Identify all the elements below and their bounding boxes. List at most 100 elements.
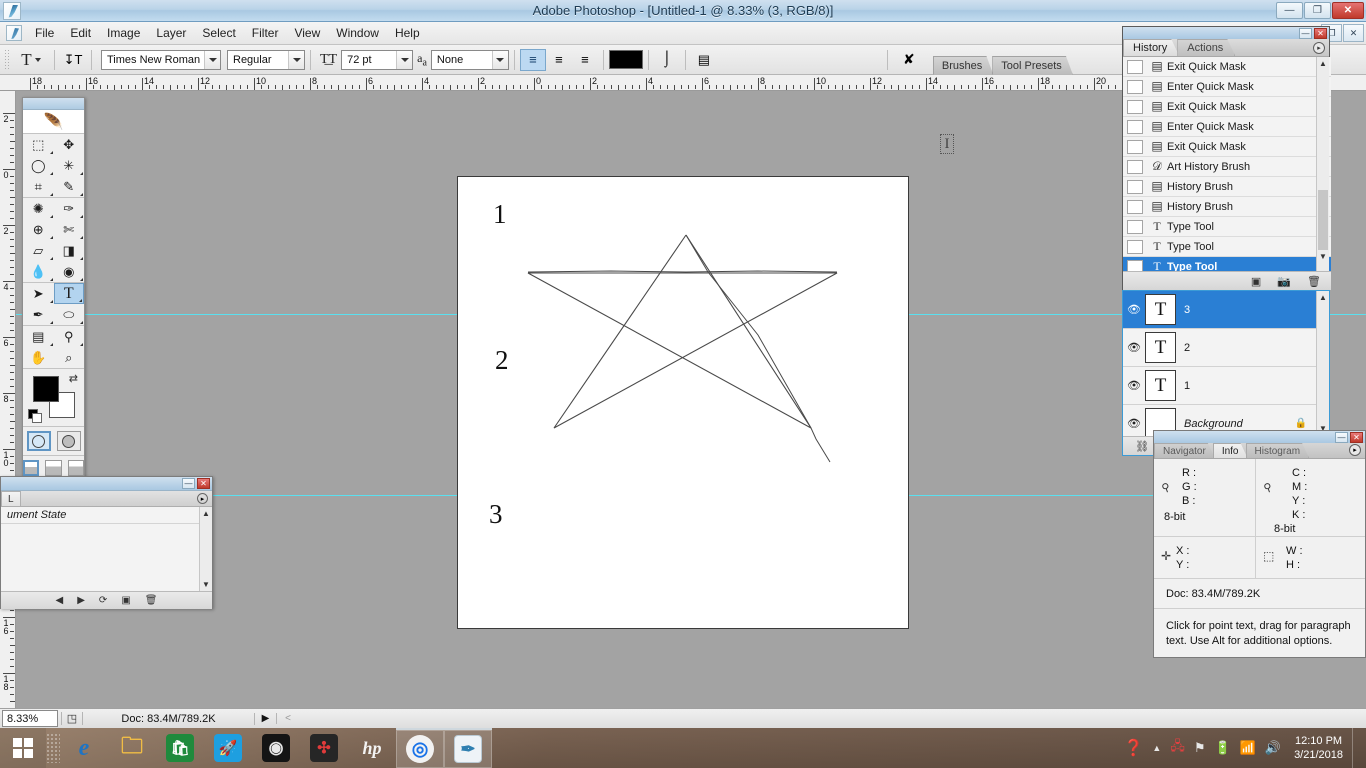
history-state-row[interactable]: ▤ Enter Quick Mask — [1123, 117, 1331, 137]
history-snapshot-checkbox[interactable] — [1127, 59, 1143, 74]
network-flag-icon[interactable]: ⚑ — [1194, 740, 1206, 756]
menu-select[interactable]: Select — [194, 23, 243, 43]
history-palette-menu-icon[interactable]: ▸ — [1313, 42, 1325, 54]
info-minimize-button[interactable]: — — [1335, 431, 1348, 443]
action-center-icon[interactable]: ❓ — [1124, 738, 1144, 758]
link-layers-icon[interactable]: ⛓ — [1135, 440, 1149, 453]
history-snapshot-checkbox[interactable] — [1127, 119, 1143, 134]
history-snapshot-checkbox[interactable] — [1127, 199, 1143, 214]
layer-name[interactable]: Background — [1184, 418, 1243, 430]
quick-mask-mode-button[interactable] — [56, 431, 81, 451]
history-state-row[interactable]: T Type Tool — [1123, 217, 1331, 237]
tool-eraser[interactable]: ▱ — [23, 240, 54, 261]
menu-help[interactable]: Help — [387, 23, 428, 43]
menu-image[interactable]: Image — [99, 23, 148, 43]
tool-magic-wand[interactable]: ✳ — [54, 155, 85, 176]
full-screen-mode-button[interactable] — [67, 460, 84, 476]
layer-name[interactable]: 2 — [1184, 342, 1190, 354]
layer-thumbnail[interactable]: T — [1145, 332, 1176, 363]
text-color-swatch[interactable] — [608, 50, 643, 69]
tool-hand[interactable]: ✋ — [23, 347, 54, 368]
tab-tool-presets[interactable]: Tool Presets — [992, 56, 1073, 75]
history-snapshot-checkbox[interactable] — [1127, 179, 1143, 194]
menu-view[interactable]: View — [286, 23, 328, 43]
create-snapshot-icon[interactable]: 📷 — [1277, 275, 1291, 288]
layers-scrollbar[interactable]: ▲ ▼ — [1316, 291, 1329, 437]
taskbar-camera-app[interactable]: ◉ — [252, 728, 300, 768]
scrollbar-thumb[interactable] — [1318, 190, 1328, 250]
refresh-icon[interactable]: ⟳ — [99, 595, 107, 606]
text-orientation-button[interactable]: ↧T — [60, 49, 86, 71]
floating-panel-scrollbar[interactable]: ▲ ▼ — [199, 507, 212, 591]
scroll-down-icon[interactable]: ▼ — [200, 578, 212, 591]
restore-button[interactable]: ❐ — [1304, 2, 1331, 19]
status-preview-icon[interactable]: ◳ — [61, 712, 83, 725]
show-hidden-icons-icon[interactable]: ▲ — [1152, 743, 1161, 753]
tab-brushes[interactable]: Brushes — [933, 56, 993, 75]
tool-blur[interactable]: 💧 — [23, 261, 54, 282]
taskbar-internet-explorer[interactable]: e — [60, 728, 108, 768]
tool-notes[interactable]: ▤ — [23, 326, 54, 347]
full-screen-menubar-mode-button[interactable] — [45, 460, 62, 476]
tool-ellipse-shape[interactable]: ⬭ — [54, 304, 85, 325]
toggle-palettes-button[interactable]: ▤ — [691, 49, 717, 71]
step-forward-icon[interactable]: ▶ — [77, 595, 85, 606]
menu-layer[interactable]: Layer — [148, 23, 194, 43]
history-snapshot-checkbox[interactable] — [1127, 239, 1143, 254]
history-snapshot-checkbox[interactable] — [1127, 139, 1143, 154]
tool-brush[interactable]: ✑ — [54, 198, 85, 219]
taskbar-file-explorer[interactable]: 🗀 — [108, 728, 156, 768]
chevron-down-icon[interactable] — [491, 50, 508, 69]
delete-state-icon[interactable]: 🗑 — [1307, 275, 1321, 288]
tool-lasso[interactable]: ◯ — [23, 155, 54, 176]
floating-panel-tab[interactable]: L — [1, 491, 21, 506]
font-family-select[interactable]: Times New Roman — [101, 49, 221, 70]
history-state-row[interactable]: ▤ Enter Quick Mask — [1123, 77, 1331, 97]
layer-row-1[interactable]: 👁 T 1 — [1123, 367, 1329, 405]
battery-icon[interactable]: 🔋 — [1215, 740, 1231, 756]
history-palette-titlebar[interactable]: — ✕ — [1123, 27, 1329, 39]
warp-text-button[interactable]: ⌡ — [654, 49, 680, 71]
tool-dodge[interactable]: ◉ — [54, 261, 85, 282]
tool-pen[interactable]: ✒ — [23, 304, 54, 325]
status-menu-arrow-icon[interactable]: ▶ — [255, 713, 277, 724]
taskbar-puzzle-app[interactable]: ✣ — [300, 728, 348, 768]
scroll-up-icon[interactable]: ▲ — [200, 507, 212, 520]
antivirus-icon[interactable]: 🖧 — [1170, 737, 1185, 759]
layer-name[interactable]: 3 — [1184, 304, 1190, 316]
new-document-from-state-icon[interactable]: ▣ — [1251, 275, 1261, 288]
history-close-button[interactable]: ✕ — [1314, 27, 1327, 39]
canvas-text-3[interactable]: 3 — [489, 499, 503, 530]
scroll-down-icon[interactable]: ▼ — [1317, 250, 1329, 263]
tool-gradient[interactable]: ◨ — [54, 240, 85, 261]
font-size-select[interactable]: 72 pt — [341, 49, 414, 70]
align-left-button[interactable]: ≡ — [519, 48, 546, 71]
history-state-list[interactable]: ▤ Exit Quick Mask ▤ Enter Quick Mask ▤ E… — [1123, 57, 1331, 272]
delete-icon[interactable]: 🗑 — [145, 595, 158, 606]
taskbar-adobe-photoshop[interactable]: ✒ — [444, 728, 492, 768]
tool-type[interactable]: T — [53, 283, 84, 304]
tab-info[interactable]: Info — [1213, 443, 1248, 458]
tool-slice[interactable]: ✎ — [54, 176, 85, 197]
history-state-row[interactable]: 𝒟 Art History Brush — [1123, 157, 1331, 177]
start-button[interactable] — [0, 728, 46, 768]
history-state-row[interactable]: ▤ Exit Quick Mask — [1123, 137, 1331, 157]
history-scrollbar[interactable]: ▲ ▼ — [1316, 57, 1329, 272]
info-close-button[interactable]: ✕ — [1350, 431, 1363, 443]
chevron-down-icon[interactable] — [204, 50, 220, 69]
history-state-row[interactable]: ▤ History Brush — [1123, 177, 1331, 197]
taskbar-hp-support[interactable]: hp — [348, 728, 396, 768]
tool-move[interactable]: ✥ — [54, 134, 85, 155]
show-desktop-button[interactable] — [1352, 728, 1360, 768]
tool-history-brush[interactable]: ✄ — [54, 219, 85, 240]
info-palette-menu-icon[interactable]: ▸ — [1349, 444, 1361, 456]
history-snapshot-checkbox[interactable] — [1127, 79, 1143, 94]
layer-visibility-icon[interactable]: 👁 — [1123, 341, 1145, 354]
tab-history[interactable]: History — [1123, 39, 1179, 56]
tool-healing-brush[interactable]: ✺ — [23, 198, 54, 219]
foreground-color-swatch[interactable] — [33, 376, 59, 402]
clock[interactable]: 12:10 PM 3/21/2018 — [1294, 734, 1343, 762]
menu-file[interactable]: File — [27, 23, 62, 43]
layer-thumbnail[interactable]: T — [1145, 370, 1176, 401]
menu-window[interactable]: Window — [328, 23, 387, 43]
